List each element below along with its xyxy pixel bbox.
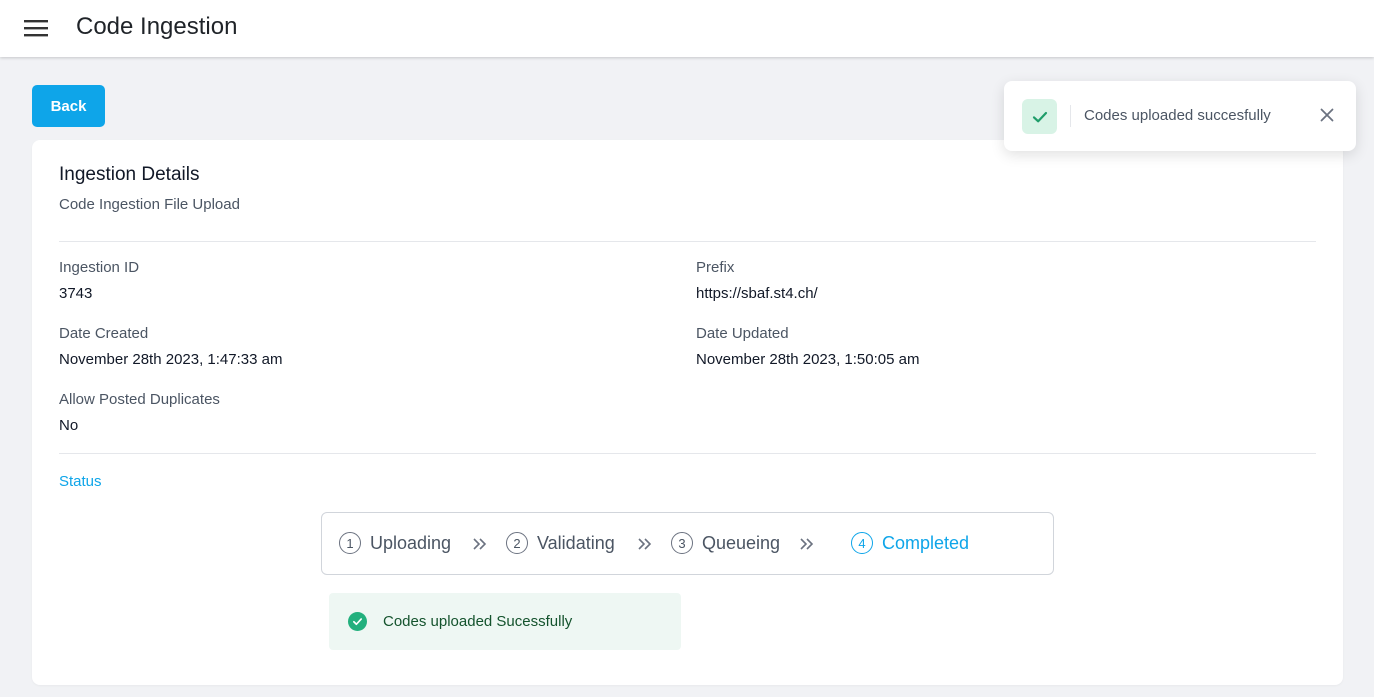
top-app-bar: Code Ingestion <box>0 0 1374 57</box>
step-completed: 4 Completed <box>851 532 969 554</box>
back-button[interactable]: Back <box>32 85 105 127</box>
step-label: Validating <box>537 532 615 553</box>
double-chevron-right-icon <box>800 538 814 550</box>
success-alert: Codes uploaded Sucessfully <box>329 593 681 650</box>
divider <box>59 453 1316 454</box>
hamburger-menu-icon[interactable] <box>22 16 50 40</box>
date-updated-label: Date Updated <box>696 325 789 342</box>
step-label: Completed <box>882 532 970 553</box>
card-title: Ingestion Details <box>59 164 200 185</box>
step-number: 2 <box>506 532 528 554</box>
step-validating: 2 Validating <box>506 532 615 554</box>
allow-posted-duplicates-label: Allow Posted Duplicates <box>59 391 220 408</box>
date-created-label: Date Created <box>59 325 149 342</box>
status-stepper: 1 Uploading 2 Validating 3 Queueing 4 Co… <box>321 512 1054 575</box>
prefix-value: https://sbaf.st4.ch/ <box>696 285 818 302</box>
step-number: 3 <box>671 532 693 554</box>
page-title: Code Ingestion <box>76 13 238 40</box>
prefix-label: Prefix <box>696 259 735 276</box>
ingestion-id-label: Ingestion ID <box>59 259 140 276</box>
double-chevron-right-icon <box>473 538 487 550</box>
step-label: Queueing <box>702 532 781 553</box>
date-updated-value: November 28th 2023, 1:50:05 am <box>696 351 920 368</box>
success-alert-message: Codes uploaded Sucessfully <box>383 613 573 630</box>
step-queueing: 3 Queueing <box>671 532 780 554</box>
toast-divider <box>1070 105 1071 127</box>
step-number: 4 <box>851 532 873 554</box>
double-chevron-right-icon <box>638 538 652 550</box>
divider <box>59 241 1316 242</box>
check-icon <box>1022 99 1057 134</box>
check-circle-icon <box>348 612 367 631</box>
toast-message: Codes uploaded succesfully <box>1084 107 1271 124</box>
ingestion-id-value: 3743 <box>59 285 93 302</box>
step-uploading: 1 Uploading <box>339 532 451 554</box>
toast-notification: Codes uploaded succesfully <box>1004 81 1356 151</box>
allow-posted-duplicates-value: No <box>59 417 79 434</box>
close-icon[interactable] <box>1317 105 1337 125</box>
status-heading: Status <box>59 473 102 490</box>
step-number: 1 <box>339 532 361 554</box>
card-subtitle: Code Ingestion File Upload <box>59 196 240 213</box>
ingestion-details-card: Ingestion Details Code Ingestion File Up… <box>32 140 1343 685</box>
step-label: Uploading <box>370 532 452 553</box>
date-created-value: November 28th 2023, 1:47:33 am <box>59 351 283 368</box>
